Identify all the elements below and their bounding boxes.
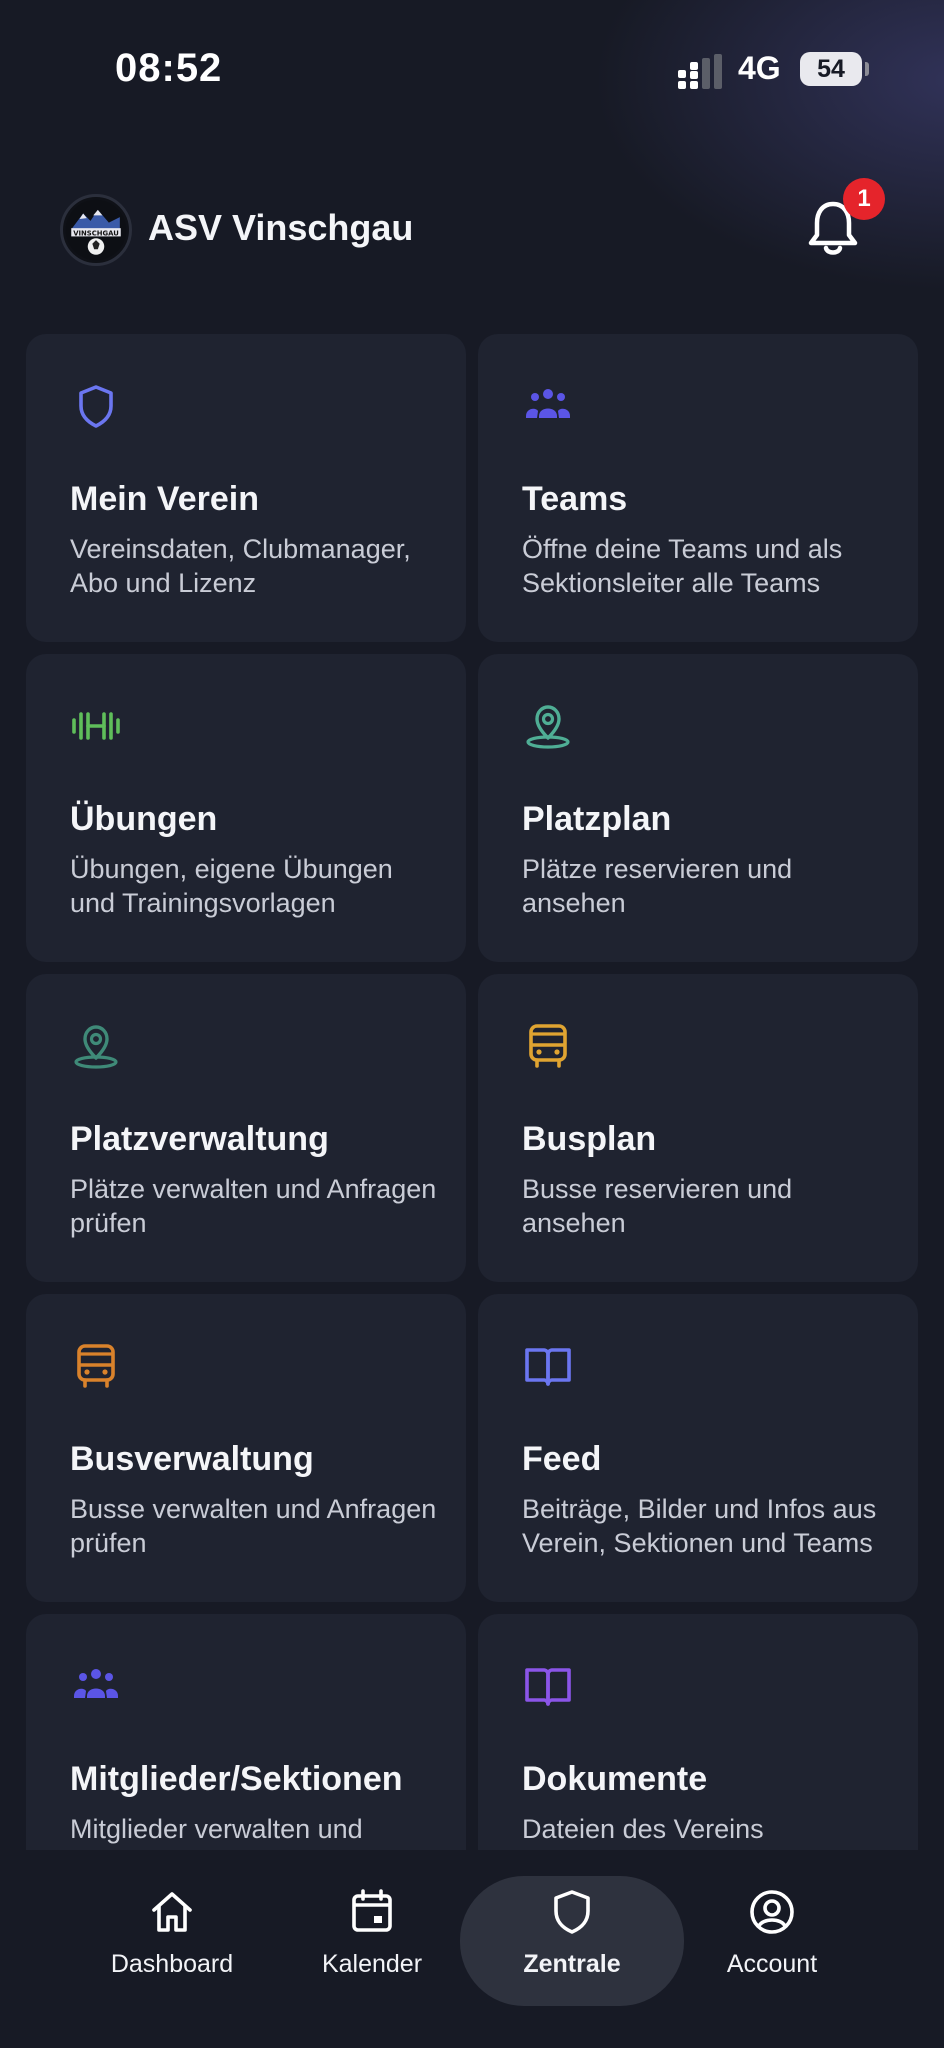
bus-icon [77, 1344, 115, 1388]
notification-badge: 1 [843, 178, 885, 220]
nav-label: Account [726, 1950, 818, 1978]
club-logo[interactable]: VINSCHGAU [60, 194, 132, 266]
card-title: Dokumente [522, 1760, 708, 1798]
network-type: 4G [738, 50, 781, 86]
map-pin-icon [526, 705, 570, 749]
card-feed[interactable]: Feed Beiträge, Bilder und Infos aus Vere… [478, 1294, 918, 1602]
dumbbell-icon [72, 712, 120, 740]
nav-label: Zentrale [523, 1950, 621, 1978]
map-pin-icon [74, 1025, 118, 1069]
home-icon [152, 1892, 192, 1932]
card-description: Übungen, eigene Übungen und Trainingsvor… [70, 854, 393, 918]
card-title: Teams [522, 480, 628, 518]
card-description: Plätze reservieren und ansehen [522, 854, 793, 918]
battery-level: 54 [817, 55, 845, 83]
card-title: Übungen [70, 800, 218, 838]
nav-label: Dashboard [110, 1950, 234, 1978]
card-platzverwaltung[interactable]: Platzverwaltung Plätze verwalten und Anf… [26, 974, 466, 1282]
card-description: Plätze verwalten und Anfragen prüfen [70, 1174, 437, 1238]
club-logo-text: VINSCHGAU [73, 230, 119, 238]
card-title: Busverwaltung [70, 1440, 314, 1478]
card-uebungen[interactable]: Übungen Übungen, eigene Übungen und Trai… [26, 654, 466, 962]
battery-cap [865, 62, 869, 76]
card-platzplan[interactable]: Platzplan Plätze reservieren und ansehen [478, 654, 918, 962]
nav-label: Kalender [321, 1950, 423, 1978]
shield-icon [79, 385, 113, 428]
card-busplan[interactable]: Busplan Busse reservieren und ansehen [478, 974, 918, 1282]
club-crest-icon: VINSCHGAU [65, 199, 127, 261]
nav-account[interactable]: Account [672, 1876, 872, 2006]
card-title: Platzverwaltung [70, 1120, 329, 1158]
card-title: Feed [522, 1440, 602, 1478]
card-title: Mein Verein [70, 480, 259, 518]
card-busverwaltung[interactable]: Busverwaltung Busse verwalten und Anfrag… [26, 1294, 466, 1602]
card-mein-verein[interactable]: Mein Verein Vereinsdaten, Clubmanager, A… [26, 334, 466, 642]
app-screen: 08:52 4G 54 VINSCHGAU ASV Vinschgau 1 Me… [0, 0, 944, 2048]
nav-kalender[interactable]: Kalender [272, 1876, 472, 2006]
club-name[interactable]: ASV Vinschgau [148, 207, 413, 249]
users-icon [74, 1669, 118, 1698]
card-teams[interactable]: Teams Öffne deine Teams und als Sektions… [478, 334, 918, 642]
card-description: Vereinsdaten, Clubmanager, Abo und Lizen… [70, 534, 411, 598]
nav-dashboard[interactable]: Dashboard [72, 1876, 272, 2006]
status-bar: 08:52 4G 54 [0, 0, 944, 140]
bottom-nav: Dashboard Kalender Zentrale Account [0, 1850, 944, 2048]
nav-zentrale[interactable]: Zentrale [460, 1876, 684, 2006]
bus-icon [529, 1024, 567, 1068]
user-circle-icon [750, 1890, 794, 1934]
users-icon [526, 389, 570, 418]
calendar-icon [352, 1889, 392, 1932]
battery-icon: 54 [800, 52, 862, 86]
card-title: Mitglieder/Sektionen [70, 1760, 403, 1798]
book-icon [525, 1348, 571, 1386]
card-description: Busse reservieren und ansehen [522, 1174, 793, 1238]
card-title: Platzplan [522, 800, 672, 838]
card-description: Dateien des Vereins [522, 1814, 764, 1844]
card-description: Busse verwalten und Anfragen prüfen [70, 1494, 437, 1558]
book-icon [525, 1668, 571, 1706]
shield-icon [554, 1890, 590, 1934]
card-description: Öffne deine Teams und als Sektionsleiter… [522, 534, 843, 598]
status-time: 08:52 [115, 46, 223, 90]
signal-icon [678, 54, 722, 89]
card-title: Busplan [522, 1120, 657, 1158]
card-description: Beiträge, Bilder und Infos aus Verein, S… [522, 1494, 877, 1558]
